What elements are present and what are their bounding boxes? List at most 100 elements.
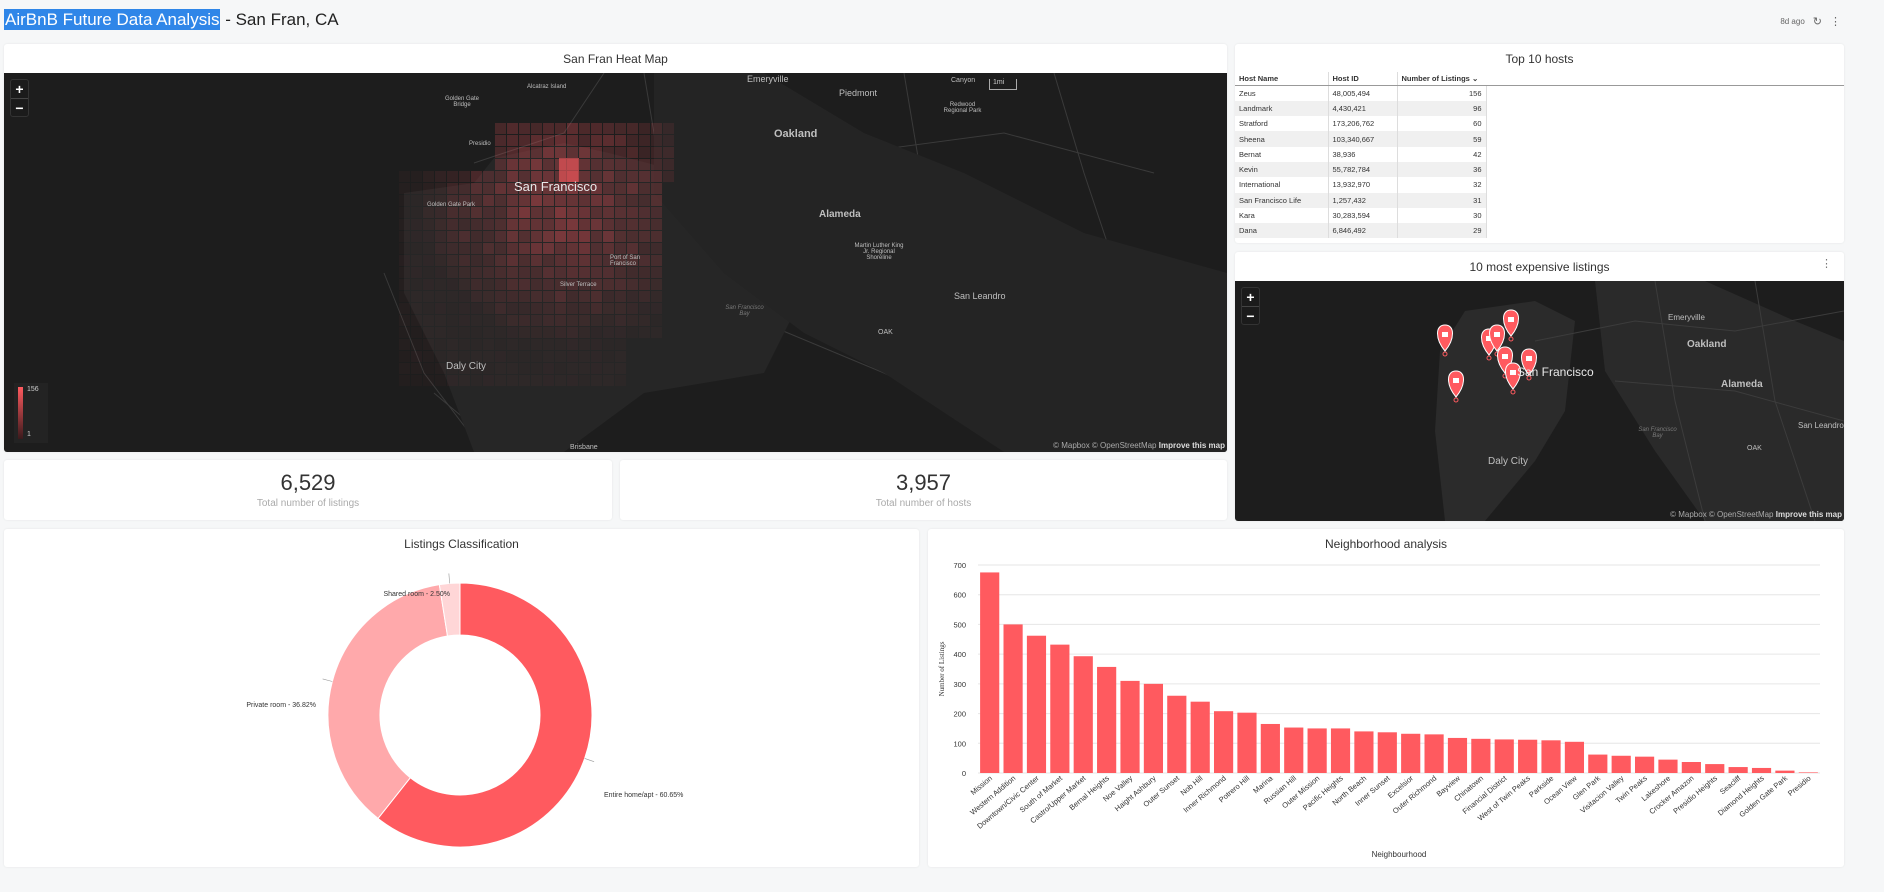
more-options-icon[interactable]: ⋮	[1830, 15, 1841, 28]
bar[interactable]	[1377, 732, 1397, 773]
heat-cell	[555, 363, 566, 374]
expensive-map[interactable]: + − San Francisco Oakland Alameda Daly C…	[1235, 281, 1844, 521]
heat-cell	[411, 279, 422, 290]
bar[interactable]	[1751, 767, 1772, 773]
table-filler	[1485, 146, 1844, 162]
expensive-more-icon[interactable]: ⋮	[1821, 257, 1832, 270]
zoom-in-button[interactable]: +	[1242, 288, 1259, 306]
heatmap-map[interactable]: + − 1mi 156 1 San Francisco Oakland Alam…	[4, 73, 1227, 452]
bar[interactable]	[1518, 739, 1538, 773]
bar[interactable]	[1728, 767, 1748, 773]
num-listings-cell: 59	[1396, 131, 1486, 147]
label-oak: OAK	[878, 329, 893, 336]
zoom-out-button[interactable]: −	[1242, 306, 1259, 324]
bar[interactable]	[1050, 644, 1070, 773]
dashboard-title-highlight[interactable]: AirBnB Future Data Analysis	[4, 9, 221, 30]
heat-cell	[555, 315, 566, 326]
host-name-cell: Landmark	[1235, 100, 1328, 117]
bar[interactable]	[980, 572, 1000, 773]
heat-cell	[627, 135, 638, 146]
y-tick-label: 0	[962, 769, 966, 778]
heat-cell	[423, 363, 434, 374]
table-row[interactable]: Bernat 38,936 42	[1235, 146, 1844, 162]
bar[interactable]	[1237, 712, 1257, 773]
heat-cell	[567, 291, 578, 302]
heat-cell	[651, 135, 662, 146]
heat-cell	[663, 171, 674, 182]
col-host-name[interactable]: Host Name	[1235, 72, 1328, 86]
table-row[interactable]: Sheena 103,340,667 59	[1235, 131, 1844, 147]
donut-slice[interactable]	[327, 584, 449, 820]
heat-cell	[651, 255, 662, 266]
heat-cell	[543, 135, 554, 146]
bar[interactable]	[1073, 656, 1093, 773]
bar[interactable]	[1213, 711, 1234, 773]
heat-cell	[423, 231, 434, 242]
num-listings-cell: 30	[1396, 207, 1486, 224]
heat-cell	[495, 159, 506, 170]
bar[interactable]	[1681, 762, 1701, 773]
bar[interactable]	[1447, 737, 1468, 773]
bar[interactable]	[1611, 755, 1631, 773]
col-num-listings[interactable]: Number of Listings ⌄	[1396, 72, 1486, 86]
zoom-out-button[interactable]: −	[11, 98, 28, 116]
heat-cell	[471, 279, 482, 290]
heat-cell	[483, 195, 494, 206]
hosts-table-header: Host Name Host ID Number of Listings ⌄	[1235, 72, 1844, 86]
bar[interactable]	[1588, 754, 1608, 773]
zoom-in-button[interactable]: +	[11, 80, 28, 98]
table-filler	[1485, 223, 1844, 239]
table-row[interactable]: Stratford 173,206,762 60	[1235, 116, 1844, 132]
bar[interactable]	[1284, 727, 1304, 773]
bar[interactable]	[1494, 739, 1514, 773]
table-row[interactable]: Dana 6,846,492 29	[1235, 223, 1844, 239]
heat-cell	[423, 171, 434, 182]
heat-cell	[591, 243, 602, 254]
bar[interactable]	[1634, 756, 1655, 773]
bar[interactable]	[1097, 666, 1117, 773]
bar[interactable]	[1798, 772, 1818, 773]
heat-cell	[423, 351, 434, 362]
bar[interactable]	[1564, 741, 1585, 773]
bar[interactable]	[1354, 731, 1374, 773]
bar[interactable]	[1471, 738, 1491, 773]
bar[interactable]	[1705, 764, 1725, 773]
table-row[interactable]: Kara 30,283,594 30	[1235, 207, 1844, 224]
bar[interactable]	[1658, 759, 1678, 773]
col-host-id[interactable]: Host ID	[1327, 72, 1397, 86]
expensive-map-layer	[1435, 281, 1844, 521]
improve-map-link[interactable]: Improve this map	[1776, 510, 1842, 519]
improve-map-link[interactable]: Improve this map	[1159, 441, 1225, 450]
table-row[interactable]: Kevin 55,782,784 36	[1235, 161, 1844, 178]
bar[interactable]	[1120, 680, 1140, 773]
refresh-icon[interactable]: ↻	[1813, 15, 1822, 28]
bar[interactable]	[1003, 624, 1023, 773]
bar[interactable]	[1260, 723, 1280, 773]
bar[interactable]	[1775, 770, 1795, 773]
bar[interactable]	[1026, 635, 1047, 773]
bar[interactable]	[1307, 728, 1327, 773]
label-redwood: Redwood Regional Park	[943, 102, 982, 114]
heat-cell	[591, 219, 602, 230]
bar[interactable]	[1424, 734, 1444, 773]
heat-cell	[603, 219, 614, 230]
table-row[interactable]: Landmark 4,430,421 96	[1235, 100, 1844, 117]
bar[interactable]	[1190, 701, 1210, 773]
table-row[interactable]: International 13,932,970 32	[1235, 177, 1844, 193]
heat-cell	[615, 375, 626, 386]
bar[interactable]	[1167, 695, 1187, 773]
bar[interactable]	[1330, 728, 1351, 773]
heat-cell	[651, 231, 662, 242]
sort-desc-icon[interactable]: ⌄	[1472, 74, 1478, 83]
heat-cell	[591, 123, 602, 134]
bar[interactable]	[1401, 733, 1421, 773]
bar[interactable]	[1541, 740, 1561, 773]
host-id-cell: 4,430,421	[1327, 100, 1397, 117]
bar[interactable]	[1143, 683, 1164, 773]
table-row[interactable]: Zeus 48,005,494 156	[1235, 85, 1844, 101]
heat-cell	[519, 135, 530, 146]
label-alameda: Alameda	[819, 209, 861, 220]
label-emeryville: Emeryville	[747, 74, 789, 84]
heat-cell	[567, 195, 578, 206]
table-row[interactable]: San Francisco Life 1,257,432 31	[1235, 192, 1844, 208]
